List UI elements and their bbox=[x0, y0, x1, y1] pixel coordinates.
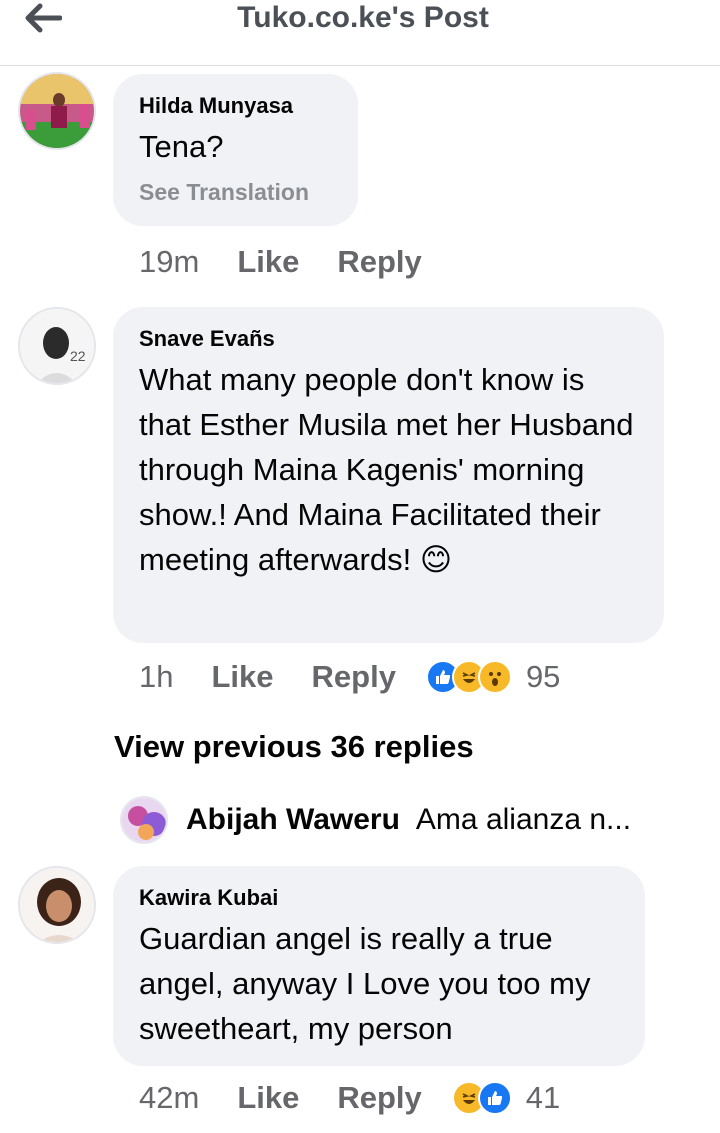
like-button[interactable]: Like bbox=[211, 659, 273, 695]
reactions-summary[interactable]: 41 bbox=[451, 1080, 561, 1116]
reaction-count: 95 bbox=[525, 659, 561, 694]
see-translation-link[interactable]: See Translation bbox=[139, 177, 332, 207]
comment-actions: 19m Like Reply bbox=[139, 244, 460, 280]
avatar bbox=[120, 796, 168, 844]
comment-time: 19m bbox=[139, 244, 200, 279]
comment-author[interactable]: Snave Evañs bbox=[139, 325, 638, 353]
comment-text: What many people don't know is that Esth… bbox=[139, 362, 634, 577]
reply-text: Ama alianza n... bbox=[415, 803, 632, 836]
comment-actions: 42m Like Reply 41 bbox=[139, 1080, 560, 1116]
reply-button[interactable]: Reply bbox=[337, 1080, 421, 1116]
reaction-count: 41 bbox=[525, 1080, 561, 1115]
avatar[interactable] bbox=[18, 866, 96, 944]
reply-button[interactable]: Reply bbox=[312, 659, 396, 695]
comment-time: 1h bbox=[139, 659, 174, 694]
comment-text: Tena? bbox=[139, 129, 224, 164]
post-header: Tuko.co.ke's Post bbox=[0, 0, 720, 66]
like-button[interactable]: Like bbox=[237, 1080, 299, 1116]
comment-author[interactable]: Hilda Munyasa bbox=[139, 92, 332, 120]
reply-button[interactable]: Reply bbox=[337, 244, 421, 280]
reactions-summary[interactable]: 95 bbox=[425, 659, 561, 695]
svg-text:22: 22 bbox=[70, 348, 86, 364]
comment-bubble: Snave Evañs What many people don't know … bbox=[113, 307, 664, 643]
comment-text: Guardian angel is really a true angel, a… bbox=[139, 921, 591, 1046]
comment-time: 42m bbox=[139, 1080, 200, 1115]
view-previous-replies-link[interactable]: View previous 36 replies bbox=[114, 727, 474, 767]
page-title: Tuko.co.ke's Post bbox=[237, 1, 489, 34]
avatar[interactable] bbox=[18, 72, 96, 150]
comment-bubble: Kawira Kubai Guardian angel is really a … bbox=[113, 866, 645, 1066]
avatar[interactable]: 22 bbox=[18, 307, 96, 385]
comment-actions: 1h Like Reply 95 bbox=[139, 659, 560, 695]
comment-bubble: Hilda Munyasa Tena? See Translation bbox=[113, 74, 358, 226]
wow-reaction-icon bbox=[477, 660, 512, 694]
reply-preview[interactable]: Abijah Waweru Ama alianza n... bbox=[120, 796, 680, 844]
reply-author: Abijah Waweru bbox=[186, 803, 400, 836]
like-reaction-icon bbox=[477, 1081, 512, 1115]
like-button[interactable]: Like bbox=[237, 244, 299, 280]
comment-author[interactable]: Kawira Kubai bbox=[139, 884, 619, 912]
